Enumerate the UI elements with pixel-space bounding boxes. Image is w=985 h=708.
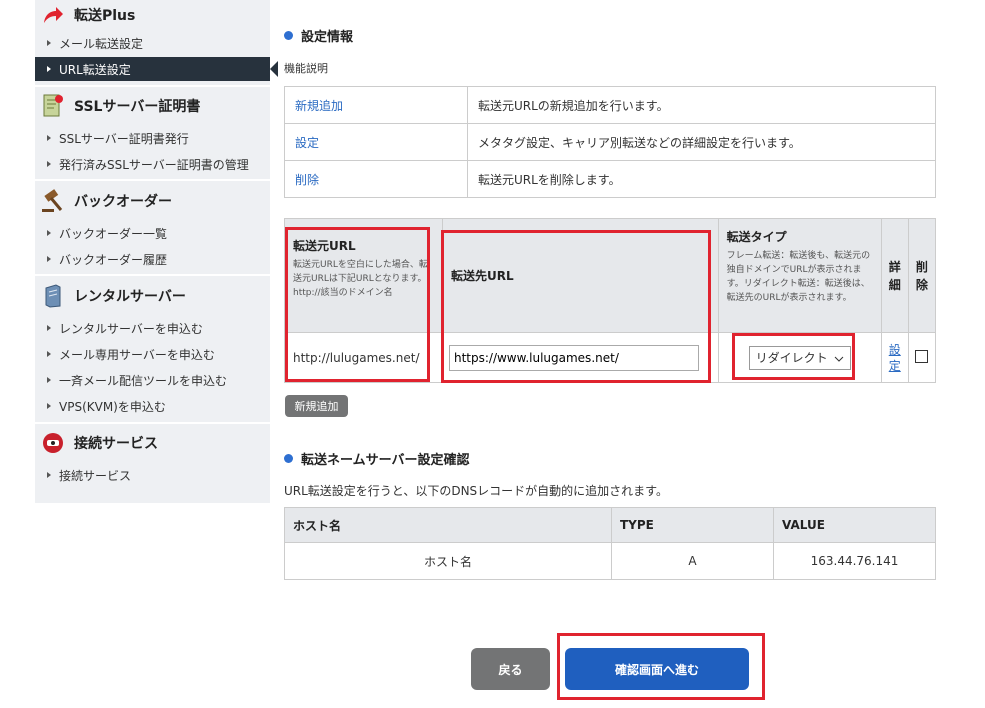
sidebar-item-backorder-list[interactable]: バックオーダー一覧: [35, 221, 270, 245]
url-forward-table: 転送元URL 転送元URLを空白にした場合、転送元URLは下記URLとなります。…: [284, 218, 937, 383]
sidebar-item-backorder-history[interactable]: バックオーダー履歴: [35, 247, 270, 271]
col-dest-header: 転送先URL: [441, 218, 719, 333]
sidebar-section-connection: 接続サービス: [35, 428, 270, 458]
table-row: ホスト名 A 163.44.76.141: [284, 542, 936, 580]
dns-heading: 転送ネームサーバー設定確認: [284, 449, 469, 468]
source-url-cell: http://lulugames.net/: [284, 332, 443, 383]
sidebar-item-vps[interactable]: VPS(KVM)を申込む: [35, 394, 270, 418]
sidebar-section-title: バックオーダー: [74, 194, 172, 210]
col-delete-header: 削除: [907, 218, 937, 333]
row-key: 削除: [284, 160, 468, 198]
row-desc: 転送元URLを削除します。: [467, 160, 936, 198]
settings-heading: 設定情報: [284, 26, 353, 45]
row-desc: メタタグ設定、キャリア別転送などの詳細設定を行います。: [467, 123, 936, 161]
sidebar-section-tensou-plus: 転送Plus: [35, 0, 270, 30]
sidebar-item-rental-server[interactable]: レンタルサーバーを申込む: [35, 316, 270, 340]
function-description-table: 新規追加 転送元URLの新規追加を行います。 設定 メタタグ設定、キャリア別転送…: [284, 86, 936, 198]
sidebar-section-backorder: バックオーダー: [35, 186, 270, 216]
connection-icon: [40, 431, 66, 455]
server-icon: [40, 284, 66, 308]
table-row: 新規追加 転送元URLの新規追加を行います。: [284, 86, 936, 124]
sidebar-item-mail-server[interactable]: メール専用サーバーを申込む: [35, 342, 270, 366]
bullet-icon: [284, 454, 293, 463]
bullet-icon: [284, 31, 293, 40]
sidebar-section-rental-server: レンタルサーバー: [35, 281, 270, 311]
certificate-icon: [40, 94, 66, 118]
gavel-icon: [40, 189, 66, 213]
row-desc: 転送元URLの新規追加を行います。: [467, 86, 936, 124]
settings-subheading: 機能説明: [284, 62, 328, 75]
sidebar-item-bulk-mail[interactable]: 一斉メール配信ツールを申込む: [35, 368, 270, 392]
sidebar-section-title: SSLサーバー証明書: [74, 99, 201, 115]
delete-cell: [907, 332, 937, 383]
sidebar-item-ssl-manage[interactable]: 発行済みSSLサーバー証明書の管理: [35, 152, 270, 176]
table-row: 設定 メタタグ設定、キャリア別転送などの詳細設定を行います。: [284, 123, 936, 161]
sidebar-item-ssl-issue[interactable]: SSLサーバー証明書発行: [35, 126, 270, 150]
sidebar-item-connection[interactable]: 接続サービス: [35, 463, 270, 487]
dns-host-cell: ホスト名: [284, 542, 612, 580]
detail-cell: 設定: [880, 332, 909, 383]
dns-note: URL転送設定を行うと、以下のDNSレコードが自動的に追加されます。: [284, 484, 668, 498]
forward-type-select[interactable]: リダイレクト: [748, 345, 851, 370]
dns-value-cell: 163.44.76.141: [773, 542, 936, 580]
col-type-header: 転送タイプ フレーム転送：転送後も、転送元の独自ドメインでURLが表示されます。…: [717, 218, 882, 333]
sidebar-item-url-forward[interactable]: URL転送設定: [35, 57, 278, 81]
chevron-down-icon: [834, 351, 844, 365]
dns-col-value: VALUE: [773, 507, 936, 543]
add-new-button[interactable]: 新規追加: [285, 395, 348, 417]
sidebar-section-ssl: SSLサーバー証明書: [35, 91, 270, 121]
back-button[interactable]: 戻る: [471, 648, 550, 690]
dns-col-host: ホスト名: [284, 507, 612, 543]
table-row: 削除 転送元URLを削除します。: [284, 160, 936, 198]
dns-col-type: TYPE: [611, 507, 774, 543]
arrow-forward-icon: [40, 3, 66, 27]
col-type-note: フレーム転送：転送後も、転送元の独自ドメインでURLが表示されます。リダイレクト…: [726, 251, 871, 303]
col-detail-header: 詳細: [880, 218, 909, 333]
type-cell: リダイレクト: [717, 332, 882, 383]
dns-record-table: ホスト名 TYPE VALUE ホスト名 A 163.44.76.141: [284, 507, 936, 580]
sidebar-section-title: 転送Plus: [74, 8, 136, 24]
dest-url-cell: [441, 332, 719, 383]
delete-checkbox[interactable]: [915, 350, 929, 363]
sidebar-item-mail-forward[interactable]: メール転送設定: [35, 31, 270, 55]
dns-type-cell: A: [611, 542, 774, 580]
dest-url-input[interactable]: [448, 344, 699, 371]
detail-setting-link[interactable]: 設定: [889, 342, 901, 374]
row-key: 新規追加: [284, 86, 468, 124]
sidebar-section-title: 接続サービス: [74, 436, 158, 452]
row-key: 設定: [284, 123, 468, 161]
col-source-header: 転送元URL 転送元URLを空白にした場合、転送元URLは下記URLとなります。…: [284, 218, 443, 333]
sidebar: 転送Plus メール転送設定 URL転送設定 SSLサーバー証明書 SSLサーバ…: [35, 0, 278, 503]
sidebar-section-title: レンタルサーバー: [74, 289, 186, 305]
confirm-button[interactable]: 確認画面へ進む: [565, 648, 749, 690]
col-source-note: 転送元URLを空白にした場合、転送元URLは下記URLとなります。http://…: [293, 260, 428, 298]
